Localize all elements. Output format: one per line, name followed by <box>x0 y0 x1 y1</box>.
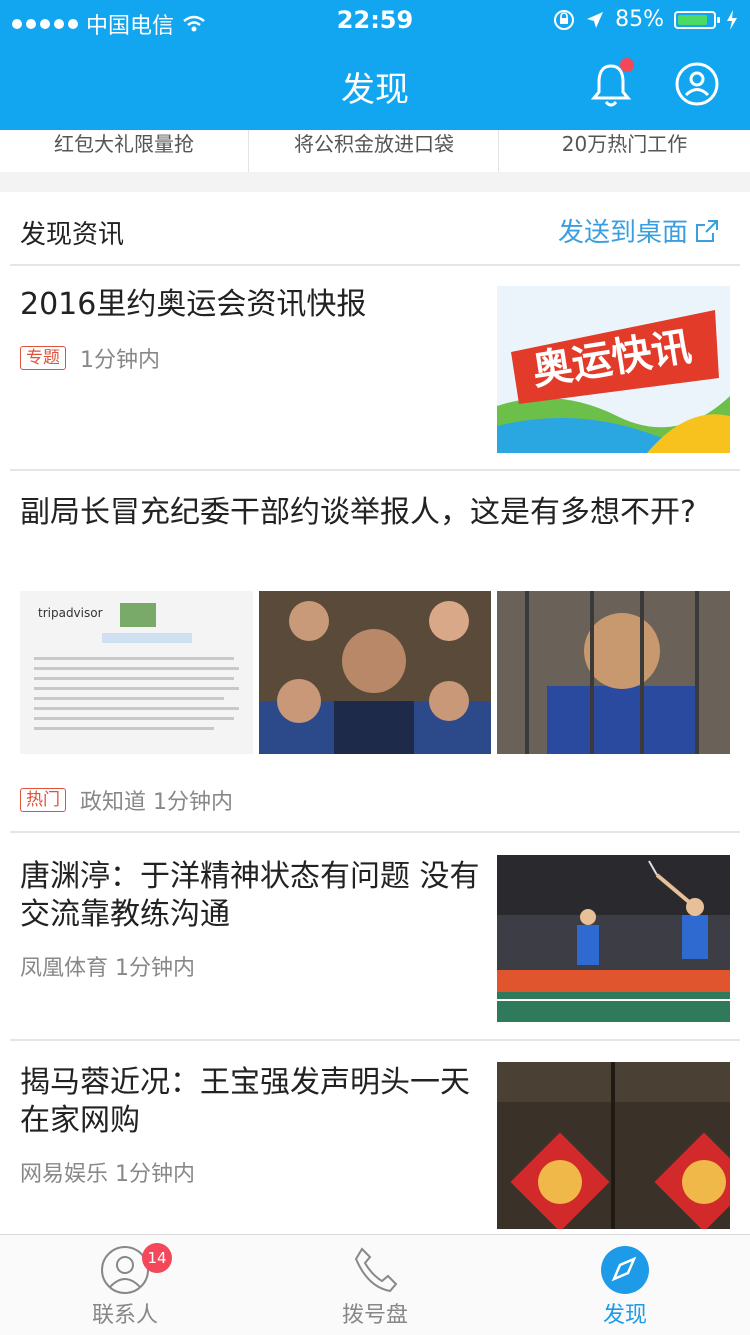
send-to-desktop-label: 发送到桌面 <box>557 218 688 248</box>
nav-bar: 发现 <box>0 40 750 130</box>
news-title: 2016里约奥运会资讯快报 <box>20 287 367 322</box>
status-bar: 中国电信 22:59 85% <box>0 0 750 40</box>
user-icon[interactable] <box>675 62 719 106</box>
news-source-time: 凤凰体育 1分钟内 <box>20 956 195 981</box>
olympics-banner-image: 奥运快讯 <box>497 286 730 453</box>
shortcut-item[interactable]: 红包大礼限量抢 <box>0 130 249 172</box>
tab-label: 发现 <box>602 1303 647 1328</box>
news-image: tripadvisor <box>20 591 253 754</box>
notification-dot <box>620 58 634 72</box>
charging-icon <box>727 9 737 30</box>
section-gap <box>0 172 750 192</box>
tripadvisor-logo: tripadvisor <box>38 606 103 620</box>
phone-icon <box>354 1247 398 1293</box>
page-title: 发现 <box>341 70 409 110</box>
battery-fill <box>678 14 707 25</box>
tab-bar: 14 联系人 拨号盘 发现 <box>0 1234 750 1335</box>
tab-label: 拨号盘 <box>341 1303 408 1328</box>
news-title: 揭马蓉近况：王宝强发声明头一天在家网购 <box>20 1065 470 1138</box>
shortcut-row: 红包大礼限量抢 将公积金放进口袋 20万热门工作 <box>0 130 750 173</box>
news-image <box>259 591 491 754</box>
tab-label: 联系人 <box>91 1303 158 1328</box>
section-header: 发现资讯 发送到桌面 <box>0 192 750 266</box>
battery-percent: 85% <box>615 7 664 32</box>
divider <box>10 831 740 833</box>
news-title: 唐渊渟：于洋精神状态有问题 没有交流靠教练沟通 <box>20 859 480 932</box>
news-time: 1分钟内 <box>80 348 160 373</box>
shortcut-item[interactable]: 将公积金放进口袋 <box>250 130 499 172</box>
news-title: 副局长冒充纪委干部约谈举报人，这是有多想不开? <box>20 495 696 530</box>
divider <box>10 469 740 471</box>
tab-contacts[interactable]: 14 联系人 <box>0 1235 250 1335</box>
orientation-lock-icon <box>554 9 575 30</box>
external-link-icon <box>696 219 718 242</box>
news-source-time: 网易娱乐 1分钟内 <box>20 1162 195 1187</box>
badminton-image <box>497 855 730 1022</box>
send-to-desktop-button[interactable]: 发送到桌面 <box>558 212 720 249</box>
section-title: 发现资讯 <box>20 220 125 250</box>
hot-tag: 热门 <box>20 788 66 812</box>
shortcut-item[interactable]: 20万热门工作 <box>500 130 749 172</box>
location-arrow-icon <box>587 11 604 28</box>
door-decoration-image <box>497 1062 730 1229</box>
divider <box>10 1039 740 1041</box>
tab-discover[interactable]: 发现 <box>500 1235 750 1335</box>
bell-icon[interactable] <box>590 58 634 108</box>
divider <box>10 264 740 266</box>
news-image <box>497 591 730 754</box>
battery-icon <box>674 10 720 29</box>
topic-tag: 专题 <box>20 346 66 370</box>
tab-dialpad[interactable]: 拨号盘 <box>250 1235 500 1335</box>
contacts-badge: 14 <box>142 1243 172 1273</box>
compass-icon <box>601 1246 649 1294</box>
news-source-time: 政知道 1分钟内 <box>80 790 233 815</box>
